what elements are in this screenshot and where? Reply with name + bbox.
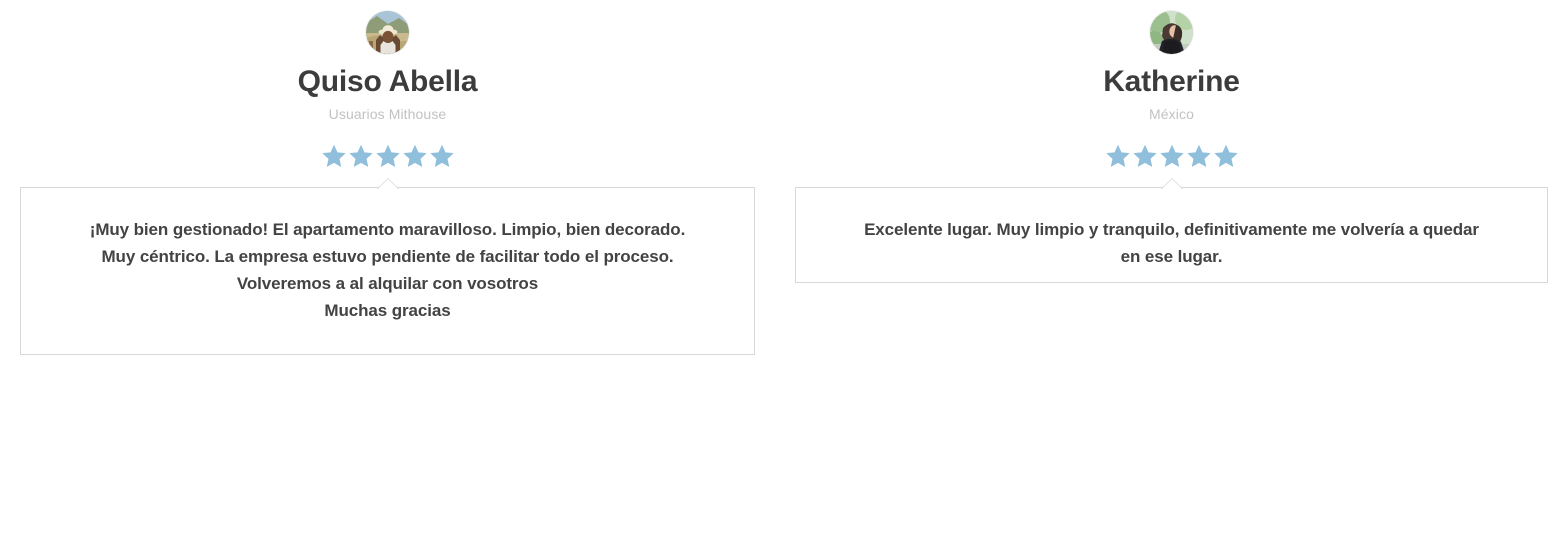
star-icon [375,144,400,168]
review-bubble: ¡Muy bien gestionado! El apartamento mar… [20,178,755,355]
testimonial-card-2: Katherine México Excelente lugar. Muy li… [775,0,1563,283]
star-rating [795,141,1548,171]
avatar-wrapper-2 [795,0,1548,54]
reviewer-name: Katherine [1103,65,1240,98]
review-bubble: Excelente lugar. Muy limpio y tranquilo,… [795,178,1548,283]
reviewer-subtitle: Usuarios Mithouse [328,106,447,122]
bubble-notch-fill-icon [1160,179,1183,190]
star-icon [402,144,427,168]
star-icon [1213,144,1238,168]
avatar-wrapper-1 [20,0,755,54]
bubble-notch-fill-icon [376,179,399,190]
star-icon [429,144,454,168]
testimonials-row: Quiso Abella Usuarios Mithouse ¡Muy bien… [0,0,1563,355]
star-icon [348,144,373,168]
review-text: Excelente lugar. Muy limpio y tranquilo,… [864,220,1479,266]
avatar [1150,11,1193,54]
reviewer-name: Quiso Abella [297,65,478,98]
avatar [366,11,409,54]
testimonial-card-1: Quiso Abella Usuarios Mithouse ¡Muy bien… [0,0,775,355]
reviewer-subtitle: México [1149,106,1194,122]
star-icon [1186,144,1211,168]
star-rating [20,141,755,171]
star-icon [321,144,346,168]
star-icon [1105,144,1130,168]
star-icon [1159,144,1184,168]
star-icon [1132,144,1157,168]
review-text: ¡Muy bien gestionado! El apartamento mar… [89,220,686,320]
